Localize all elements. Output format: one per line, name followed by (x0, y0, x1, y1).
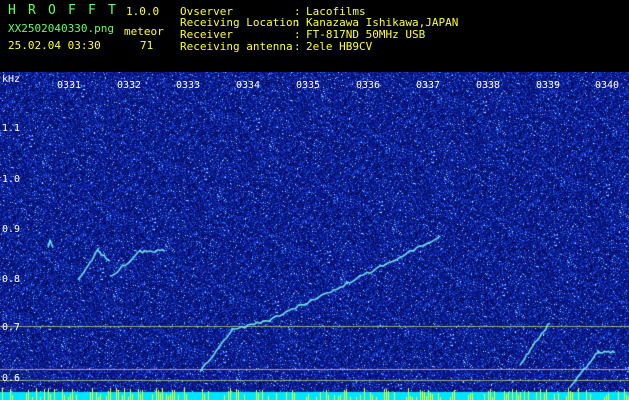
app-name-letter: R (28, 3, 36, 18)
time-tick-label: 0338 (476, 80, 501, 91)
info-value-antenna: 2ele HB9CV (306, 40, 373, 53)
spectrogram-canvas (0, 72, 629, 400)
app-name-letter: H (8, 3, 16, 18)
app-name-letter: O (48, 3, 56, 18)
y-tick-label: 0.7 (2, 322, 21, 333)
y-tick-label: 1.0 (2, 174, 21, 185)
info-sep-location: : (294, 16, 301, 29)
time-tick-label: 0331 (57, 80, 82, 91)
app-name-letter: F (88, 3, 96, 18)
info-sep-receiver: : (294, 28, 301, 41)
info-value-location: Kanazawa Ishikawa,JAPAN (306, 16, 459, 29)
y-tick-label: 1.1 (2, 123, 21, 134)
time-tick-label: 0334 (236, 80, 261, 91)
info-sep-antenna: : (294, 40, 301, 53)
meteor-label: meteor (124, 25, 164, 38)
y-axis-unit: kHz (2, 74, 21, 85)
y-tick-label: 0.6 (2, 373, 21, 384)
time-tick-label: 0337 (416, 80, 441, 91)
time-tick-label: 0335 (296, 80, 321, 91)
info-label-location: Receiving Location (180, 16, 300, 29)
meteor-count: 71 (140, 39, 154, 52)
time-tick-label: 0339 (536, 80, 561, 91)
y-tick-label: 0.8 (2, 274, 21, 285)
time-tick-label: 0340 (595, 80, 620, 91)
app-name-letter: T (108, 3, 116, 18)
app-name-letter: F (68, 3, 76, 18)
y-tick-label: 0.9 (2, 224, 21, 235)
info-label-antenna: Receiving antenna (180, 40, 293, 53)
file-name: XX2502040330.png (8, 22, 114, 35)
app-version: 1.0.0 (126, 5, 160, 18)
info-label-receiver: Receiver (180, 28, 233, 41)
header-panel: HROFFT 1.0.0 XX2502040330.png meteor 25.… (0, 0, 629, 72)
time-tick-label: 0333 (176, 80, 201, 91)
time-tick-label: 0336 (356, 80, 381, 91)
date-time: 25.02.04 03:30 (8, 39, 101, 52)
info-value-receiver: FT-817ND 50MHz USB (306, 28, 426, 41)
time-tick-label: 0332 (117, 80, 142, 91)
